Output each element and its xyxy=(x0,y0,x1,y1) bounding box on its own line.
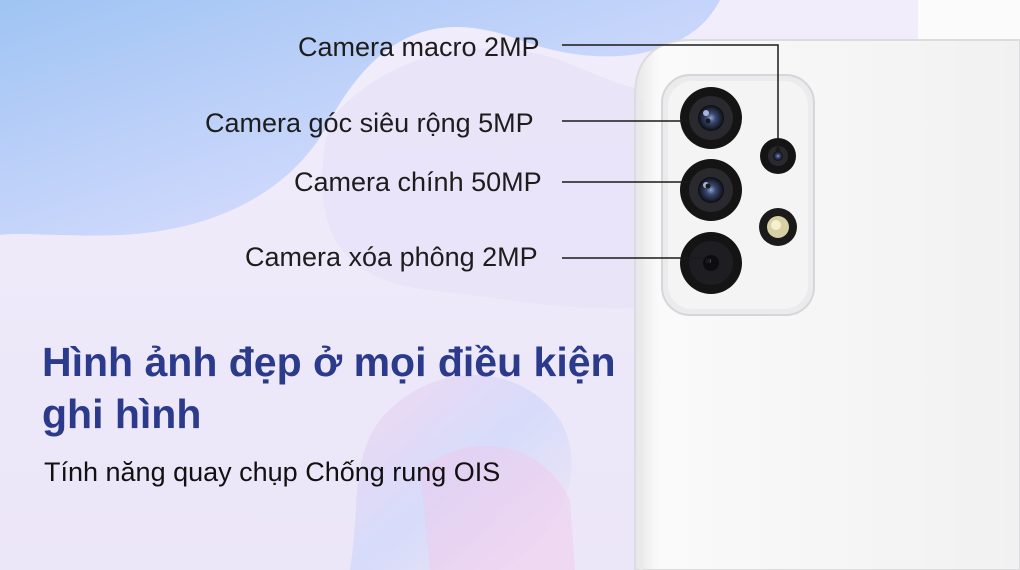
callout-macro: Camera macro 2MP xyxy=(298,32,540,62)
callout-main: Camera chính 50MP xyxy=(294,167,542,197)
ultrawide-lens xyxy=(680,87,742,149)
callout-ultrawide: Camera góc siêu rộng 5MP xyxy=(205,108,534,138)
depth-lens xyxy=(680,232,742,294)
flash xyxy=(759,208,797,246)
headline: Hình ảnh đẹp ở mọi điều kiện ghi hình xyxy=(42,336,642,440)
subtitle: Tính năng quay chụp Chống rung OIS xyxy=(44,457,501,487)
callout-depth: Camera xóa phông 2MP xyxy=(245,242,538,272)
headline-line-1: Hình ảnh đẹp ở mọi điều kiện xyxy=(42,339,616,385)
main-lens xyxy=(680,159,742,221)
headline-line-2: ghi hình xyxy=(42,391,202,437)
